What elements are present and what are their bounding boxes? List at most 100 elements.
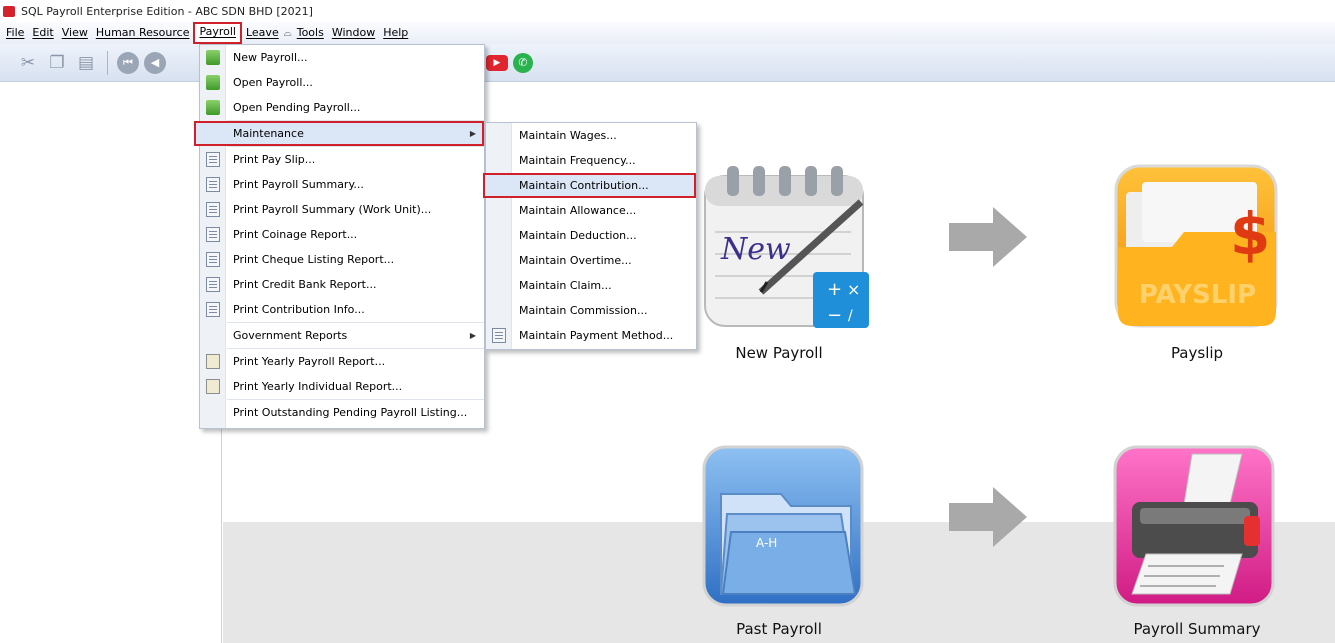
payslip-tile[interactable]: $ PAYSLIP — [1112, 162, 1282, 332]
menu-item-label: Maintain Deduction... — [519, 229, 637, 242]
cut-icon[interactable]: ✂ — [16, 51, 40, 75]
payslip-label[interactable]: Payslip — [1087, 344, 1307, 362]
menu-item-label: New Payroll... — [233, 51, 308, 64]
maintenance-submenu: Maintain Wages... Maintain Frequency... … — [483, 122, 697, 350]
menu-item-maintain-frequency[interactable]: Maintain Frequency... — [486, 148, 696, 173]
menu-item-label: Maintenance — [233, 127, 304, 140]
menu-item-open-pending-payroll[interactable]: Open Pending Payroll... — [200, 95, 484, 120]
report-icon — [206, 227, 220, 242]
menu-help[interactable]: Help — [379, 23, 412, 43]
report-icon — [206, 252, 220, 267]
menu-item-label: Government Reports — [233, 329, 348, 342]
whatsapp-icon[interactable]: ✆ — [513, 52, 533, 73]
past-payroll-label[interactable]: Past Payroll — [669, 620, 889, 638]
menu-bar: File Edit View Human Resource Payroll Le… — [0, 22, 1335, 44]
side-panel — [0, 82, 222, 643]
menu-item-government-reports[interactable]: Government Reports ▶ — [200, 323, 484, 348]
window-title: SQL Payroll Enterprise Edition - ABC SDN… — [21, 4, 313, 18]
open-payroll-icon — [206, 75, 220, 90]
menu-file[interactable]: File — [2, 23, 28, 43]
submenu-arrow-icon: ▶ — [469, 129, 476, 138]
app-icon — [3, 5, 15, 17]
menu-item-print-yearly-payroll-report[interactable]: Print Yearly Payroll Report... — [200, 349, 484, 374]
arrow-right-icon — [949, 207, 1027, 267]
copy-icon[interactable]: ❐ — [45, 51, 69, 75]
new-payroll-label[interactable]: New Payroll — [669, 344, 889, 362]
submenu-arrow-icon: ▶ — [469, 331, 476, 340]
menu-item-label: Print Pay Slip... — [233, 153, 316, 166]
payroll-summary-tile[interactable] — [1112, 444, 1277, 609]
yearly-report-icon — [206, 379, 220, 394]
menu-item-maintenance[interactable]: Maintenance ▶ — [194, 121, 484, 146]
menu-separator-icon: ⌓ — [283, 27, 292, 39]
payment-method-icon — [492, 328, 506, 343]
menu-window[interactable]: Window — [328, 23, 379, 43]
menu-item-maintain-deduction[interactable]: Maintain Deduction... — [486, 223, 696, 248]
new-payroll-tile[interactable]: + × − / New — [701, 162, 871, 332]
first-record-icon[interactable]: ⏮ — [117, 51, 139, 74]
menu-item-label: Maintain Contribution... — [519, 179, 649, 192]
new-payroll-icon — [206, 50, 220, 65]
new-payroll-image-text: New — [721, 232, 791, 267]
menu-item-open-payroll[interactable]: Open Payroll... — [200, 70, 484, 95]
menu-item-label: Print Payroll Summary... — [233, 178, 364, 191]
report-icon — [206, 302, 220, 317]
svg-text:+: + — [827, 279, 842, 300]
payroll-summary-icon — [1113, 445, 1275, 607]
menu-item-label: Maintain Payment Method... — [519, 329, 674, 342]
menu-item-label: Print Contribution Info... — [233, 303, 365, 316]
menu-human-resource[interactable]: Human Resource — [92, 23, 194, 43]
menu-item-label: Print Yearly Individual Report... — [233, 380, 403, 393]
payroll-summary-label[interactable]: Payroll Summary — [1087, 620, 1307, 638]
menu-item-new-payroll[interactable]: New Payroll... — [200, 45, 484, 70]
menu-item-label: Maintain Allowance... — [519, 204, 637, 217]
menu-item-label: Print Payroll Summary (Work Unit)... — [233, 203, 432, 216]
menu-item-maintain-overtime[interactable]: Maintain Overtime... — [486, 248, 696, 273]
svg-text:$: $ — [1230, 200, 1270, 268]
menu-item-label: Print Credit Bank Report... — [233, 278, 377, 291]
menu-item-label: Open Pending Payroll... — [233, 101, 361, 114]
menu-item-label: Print Cheque Listing Report... — [233, 253, 395, 266]
open-pending-payroll-icon — [206, 100, 220, 115]
menu-item-print-payroll-summary-work-unit[interactable]: Print Payroll Summary (Work Unit)... — [200, 197, 484, 222]
menu-item-maintain-commission[interactable]: Maintain Commission... — [486, 298, 696, 323]
payroll-dropdown-menu: New Payroll... Open Payroll... Open Pend… — [194, 44, 485, 429]
menu-item-print-credit-bank-report[interactable]: Print Credit Bank Report... — [200, 272, 484, 297]
menu-item-print-yearly-individual-report[interactable]: Print Yearly Individual Report... — [200, 374, 484, 399]
menu-edit[interactable]: Edit — [28, 23, 57, 43]
menu-item-print-pay-slip[interactable]: Print Pay Slip... — [200, 147, 484, 172]
menu-item-print-contribution-info[interactable]: Print Contribution Info... — [200, 297, 484, 322]
menu-item-label: Open Payroll... — [233, 76, 313, 89]
menu-item-maintain-claim[interactable]: Maintain Claim... — [486, 273, 696, 298]
menu-item-maintain-payment-method[interactable]: Maintain Payment Method... — [486, 323, 696, 348]
report-icon — [206, 177, 220, 192]
menu-item-label: Maintain Claim... — [519, 279, 612, 292]
menu-item-label: Print Outstanding Pending Payroll Listin… — [233, 406, 468, 419]
paste-icon[interactable]: ▤ — [74, 51, 98, 75]
past-payroll-image-text: A-H — [756, 536, 778, 550]
menu-view[interactable]: View — [58, 23, 92, 43]
menu-item-print-payroll-summary[interactable]: Print Payroll Summary... — [200, 172, 484, 197]
menu-item-print-cheque-listing-report[interactable]: Print Cheque Listing Report... — [200, 247, 484, 272]
menu-item-label: Maintain Overtime... — [519, 254, 632, 267]
menu-item-maintain-wages[interactable]: Maintain Wages... — [486, 123, 696, 148]
menu-tools[interactable]: Tools — [293, 23, 328, 43]
toolbar-divider — [107, 50, 108, 75]
menu-item-label: Maintain Frequency... — [519, 154, 636, 167]
menu-payroll[interactable]: Payroll — [193, 22, 242, 44]
past-payroll-tile[interactable]: A-H — [701, 444, 866, 609]
svg-text:/: / — [848, 308, 853, 324]
report-icon — [206, 152, 220, 167]
previous-record-icon[interactable]: ◀ — [144, 51, 166, 74]
menu-item-print-outstanding-pending-payroll-listing[interactable]: Print Outstanding Pending Payroll Listin… — [200, 400, 484, 425]
menu-item-print-coinage-report[interactable]: Print Coinage Report... — [200, 222, 484, 247]
arrow-right-icon — [949, 487, 1027, 547]
menu-item-label: Maintain Wages... — [519, 129, 617, 142]
menu-item-maintain-allowance[interactable]: Maintain Allowance... — [486, 198, 696, 223]
youtube-icon[interactable]: ▶ — [486, 54, 508, 71]
menu-item-maintain-contribution[interactable]: Maintain Contribution... — [483, 173, 696, 198]
svg-text:−: − — [827, 305, 842, 326]
past-payroll-icon — [702, 445, 864, 607]
report-icon — [206, 277, 220, 292]
menu-leave[interactable]: Leave — [242, 23, 283, 43]
